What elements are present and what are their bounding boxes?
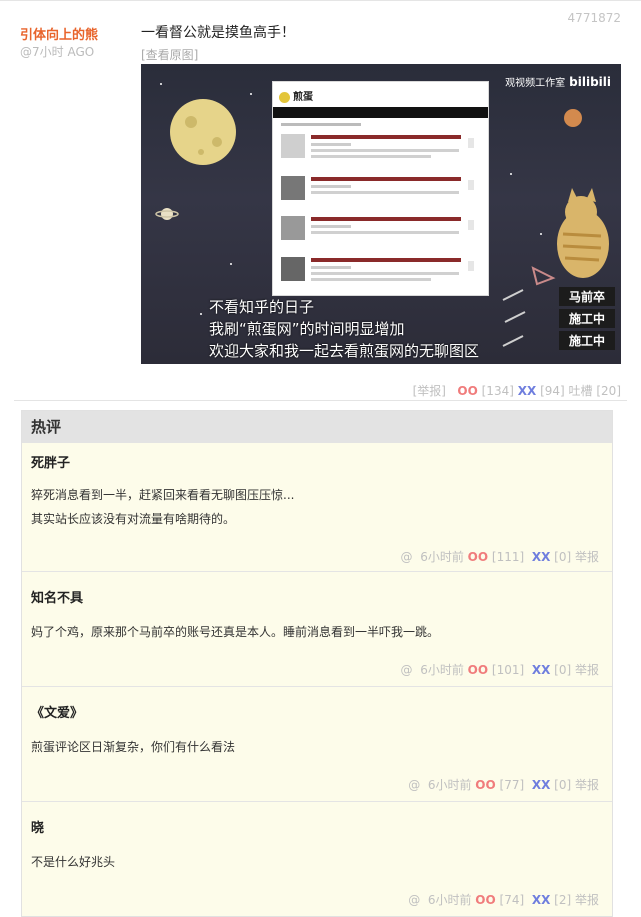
video-brand: 观视频工作室 bilibili bbox=[505, 75, 611, 89]
subtitle-line: 我刷“煎蛋网”的时间明显增加 bbox=[209, 320, 405, 338]
website-screenshot: 煎蛋 bbox=[273, 82, 488, 295]
comment-item: 知名不具 妈了个鸡，原来那个马前卒的账号还真是本人。睡前消息看到一半吓我一跳。 … bbox=[22, 572, 612, 687]
upvote-button[interactable]: OO [101] bbox=[468, 663, 525, 677]
post-id[interactable]: 4771872 bbox=[568, 11, 621, 25]
comment-line: 不是什么好兆头 bbox=[31, 855, 116, 869]
cat-tag: 施工中 bbox=[559, 309, 615, 328]
comment-body: 煎蛋评论区日渐复杂，你们有什么看法 bbox=[31, 735, 235, 759]
downvote-count: [2] bbox=[554, 893, 572, 907]
upvote-count: [134] bbox=[481, 384, 514, 398]
upvote-button[interactable]: OO [134] bbox=[457, 384, 514, 398]
at-reply-link[interactable]: @ bbox=[401, 663, 413, 677]
comment-item: 《文爱》 煎蛋评论区日渐复杂，你们有什么看法 @ 6小时前 OO [77] XX… bbox=[22, 687, 612, 802]
comment-actions: @ 6小时前 OO [101] XX [0] 举报 bbox=[401, 661, 599, 678]
video-subtitles: 不看知乎的日子 我刷“煎蛋网”的时间明显增加 欢迎大家和我一起去看煎蛋网的无聊图… bbox=[209, 296, 479, 362]
comment-time: 6小时前 bbox=[420, 663, 464, 677]
comment-item: 死胖子 猝死消息看到一半，赶紧回来看看无聊图压压惊... 其实站长应该没有对流量… bbox=[22, 443, 612, 572]
at-reply-link[interactable]: @ bbox=[401, 550, 413, 564]
upvote-count: [74] bbox=[499, 893, 525, 907]
downvote-button[interactable]: XX [0] bbox=[532, 550, 571, 564]
comment-body: 妈了个鸡，原来那个马前卒的账号还真是本人。睡前消息看到一半吓我一跳。 bbox=[31, 620, 439, 644]
comment-time: 6小时前 bbox=[420, 550, 464, 564]
site-breadcrumb bbox=[281, 123, 361, 126]
downvote-count: [0] bbox=[554, 778, 572, 792]
chick-logo-icon bbox=[279, 91, 290, 103]
hot-comments-title: 热评 bbox=[22, 411, 612, 443]
subtitle-line: 欢迎大家和我一起去看煎蛋网的无聊图区 bbox=[209, 342, 480, 360]
post-author[interactable]: 引体向上的熊 bbox=[20, 24, 98, 43]
site-logo: 煎蛋 bbox=[279, 88, 313, 103]
downvote-button[interactable]: XX [0] bbox=[532, 663, 571, 677]
upvote-button[interactable]: OO [111] bbox=[468, 550, 525, 564]
comment-time: 6小时前 bbox=[427, 893, 472, 907]
upvote-count: [77] bbox=[499, 778, 525, 792]
top-divider bbox=[0, 0, 641, 1]
upvote-count: [101] bbox=[491, 663, 525, 677]
post-time: @7小时 AGO bbox=[20, 45, 95, 59]
comment-actions: @ 6小时前 OO [77] XX [0] 举报 bbox=[408, 776, 599, 793]
view-original-link[interactable]: [查看原图] bbox=[141, 46, 198, 63]
cat-tags: 马前卒 施工中 施工中 bbox=[559, 287, 615, 353]
cat-tag: 施工中 bbox=[559, 331, 615, 350]
comment-line: 煎蛋评论区日渐复杂，你们有什么看法 bbox=[31, 740, 236, 754]
subtitle-line: 不看知乎的日子 bbox=[209, 298, 315, 316]
report-link[interactable]: 举报 bbox=[575, 550, 599, 564]
post-text: 一看督公就是摸鱼高手！ bbox=[141, 25, 295, 41]
post-actions: [举报] OO [134] XX [94] 吐槽 [20] bbox=[413, 382, 621, 399]
at-reply-link[interactable]: @ bbox=[408, 893, 420, 907]
hot-comments-panel: 热评 死胖子 猝死消息看到一半，赶紧回来看看无聊图压压惊... 其实站长应该没有… bbox=[21, 410, 613, 917]
downvote-count: [94] bbox=[540, 384, 565, 398]
post-image[interactable]: 煎蛋 观视频工作室 bilibili 不看知乎的日子 我刷“煎蛋网”的时间明显增加… bbox=[141, 64, 621, 364]
comment-author[interactable]: 晓 bbox=[31, 817, 44, 836]
comment-actions: @ 6小时前 OO [111] XX [0] 举报 bbox=[401, 548, 599, 565]
comment-time: 6小时前 bbox=[427, 778, 472, 792]
at-reply-link[interactable]: @ bbox=[408, 778, 420, 792]
downvote-button[interactable]: XX [94] bbox=[518, 384, 565, 398]
comment-author[interactable]: 知名不具 bbox=[31, 587, 83, 606]
downvote-count: [0] bbox=[554, 663, 572, 677]
comment-line: 妈了个鸡，原来那个马前卒的账号还真是本人。睡前消息看到一半吓我一跳。 bbox=[31, 625, 440, 639]
upvote-button[interactable]: OO [74] bbox=[475, 893, 524, 907]
site-list-item bbox=[281, 216, 476, 250]
upvote-count: [111] bbox=[491, 550, 525, 564]
comment-body: 不是什么好兆头 bbox=[31, 850, 115, 874]
downvote-button[interactable]: XX [2] bbox=[532, 893, 571, 907]
cat-tag: 马前卒 bbox=[559, 287, 615, 306]
upvote-button[interactable]: OO [77] bbox=[475, 778, 524, 792]
planet-icon bbox=[564, 109, 582, 127]
tucao-link[interactable]: 吐槽 [20] bbox=[569, 384, 621, 398]
comment-body: 猝死消息看到一半，赶紧回来看看无聊图压压惊... 其实站长应该没有对流量有啥期待… bbox=[31, 483, 294, 531]
planet-icon bbox=[161, 208, 173, 220]
downvote-count: [0] bbox=[554, 550, 572, 564]
moon-icon bbox=[170, 99, 236, 165]
site-nav-bar bbox=[273, 107, 488, 118]
report-link[interactable]: 举报 bbox=[575, 663, 599, 677]
comment-author[interactable]: 《文爱》 bbox=[31, 702, 83, 721]
comment-actions: @ 6小时前 OO [74] XX [2] 举报 bbox=[408, 891, 599, 908]
report-link[interactable]: 举报 bbox=[575, 778, 599, 792]
site-list-item bbox=[281, 176, 476, 210]
comment-author[interactable]: 死胖子 bbox=[31, 452, 70, 471]
site-list-item bbox=[281, 257, 476, 291]
report-link[interactable]: [举报] bbox=[413, 384, 446, 398]
report-link[interactable]: 举报 bbox=[575, 893, 599, 907]
comment-item: 晓 不是什么好兆头 @ 6小时前 OO [74] XX [2] 举报 bbox=[22, 802, 612, 916]
downvote-button[interactable]: XX [0] bbox=[532, 778, 571, 792]
site-list-item bbox=[281, 134, 476, 168]
comment-line: 其实站长应该没有对流量有啥期待的。 bbox=[31, 512, 236, 526]
post-divider bbox=[14, 400, 627, 401]
comment-line: 猝死消息看到一半，赶紧回来看看无聊图压压惊... bbox=[31, 488, 295, 502]
